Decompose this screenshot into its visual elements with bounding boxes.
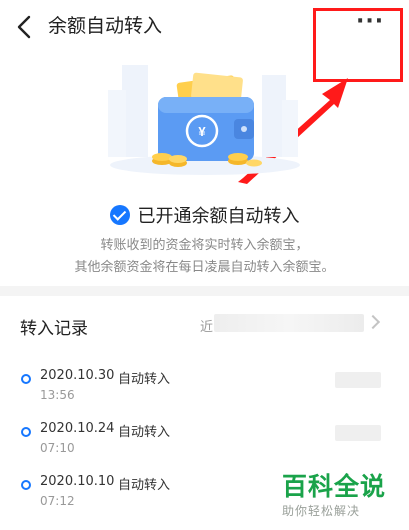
blurred-filter-value: [214, 314, 364, 332]
status-row: 已开通余额自动转入: [0, 202, 409, 229]
blurred-amount: [335, 425, 381, 441]
chevron-right-icon[interactable]: [365, 314, 381, 330]
timeline-dot-icon: [21, 480, 31, 490]
record-type: 自动转入: [118, 478, 171, 493]
blurred-amount: [335, 372, 381, 388]
records-title: 转入记录: [20, 319, 88, 339]
annotation-highlight-box: [313, 8, 403, 82]
list-item[interactable]: 2020.10.30 自动转入 13:56: [0, 368, 409, 412]
records-filter-label: 近: [200, 320, 214, 335]
timeline-dot-icon: [21, 374, 31, 384]
record-type: 自动转入: [118, 372, 171, 387]
watermark-subtitle: 助你轻松解决: [282, 504, 361, 518]
list-item[interactable]: 2020.10.24 自动转入 07:10: [0, 421, 409, 465]
checkmark-icon: [109, 205, 130, 225]
record-time: 13:56: [40, 388, 75, 402]
record-type: 自动转入: [118, 425, 171, 440]
page-title: 余额自动转入: [48, 15, 163, 37]
record-date: 2020.10.30: [40, 368, 115, 383]
back-arrow-icon[interactable]: [14, 14, 36, 40]
timeline-dot-icon: [21, 427, 31, 437]
status-description-line1: 转账收到的资金将实时转入余额宝，: [100, 238, 309, 253]
section-divider: [0, 286, 409, 296]
status-description-line2: 其他余额资金将在每日凌晨自动转入余额宝。: [74, 260, 335, 275]
record-date: 2020.10.10: [40, 474, 115, 489]
status-text: 已开通余额自动转入: [137, 206, 300, 227]
records-header[interactable]: 转入记录 近: [0, 300, 409, 350]
svg-text:¥: ¥: [198, 124, 206, 139]
record-time: 07:12: [40, 494, 75, 508]
record-time: 07:10: [40, 441, 75, 455]
record-date: 2020.10.24: [40, 421, 115, 436]
watermark: 百科全说 助你轻松解决: [282, 472, 402, 519]
watermark-title: 百科全说: [282, 472, 387, 501]
wallet-illustration-icon: ¥: [108, 65, 300, 175]
